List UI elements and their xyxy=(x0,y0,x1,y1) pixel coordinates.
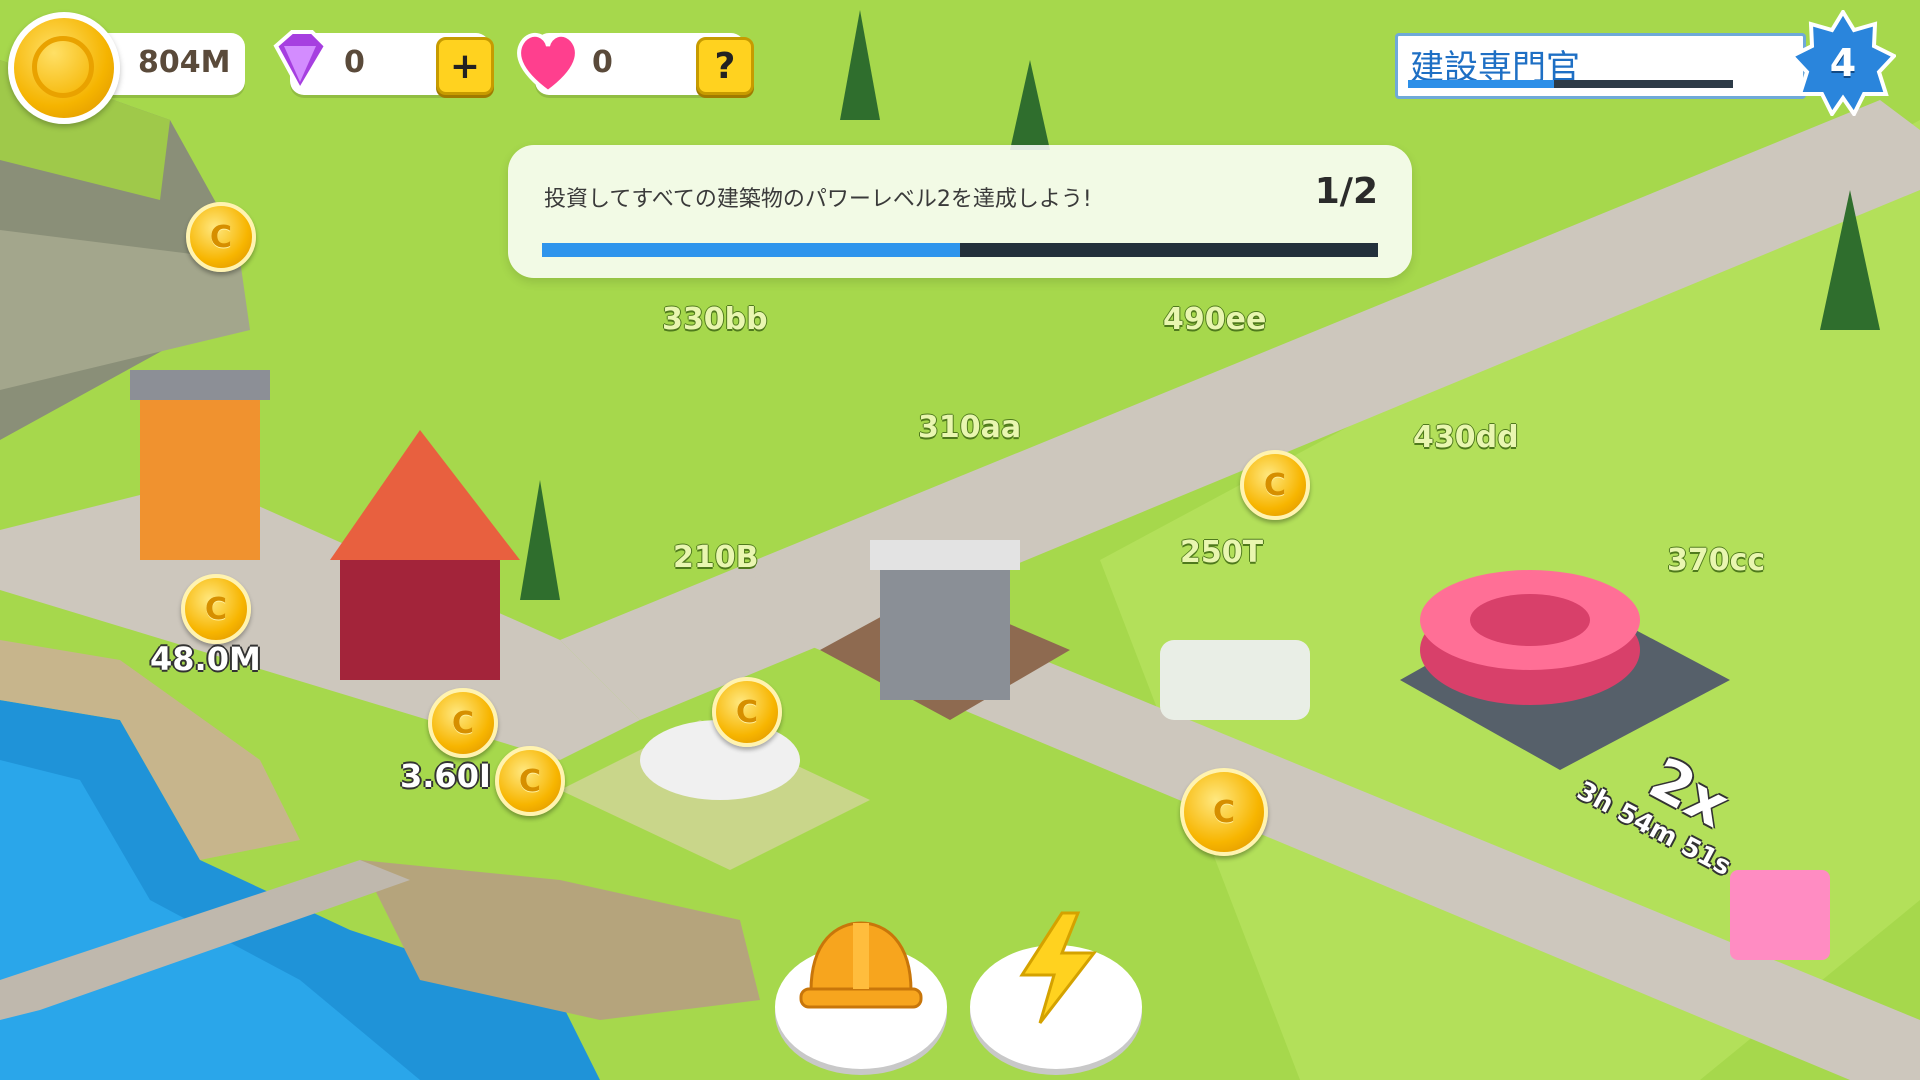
help-button[interactable]: ? xyxy=(696,37,754,95)
plot-210b[interactable]: 210B xyxy=(673,540,759,575)
hard-hat-icon xyxy=(799,921,923,1009)
quest-text: 投資してすべての建築物のパワーレベル2を達成しよう! xyxy=(544,187,1092,212)
gem-amount: 0 xyxy=(344,45,365,80)
collect-coin[interactable]: C xyxy=(181,574,251,644)
quest-progress-bar xyxy=(542,243,1378,257)
plot-310aa[interactable]: 310aa xyxy=(918,410,1021,445)
plot-430dd[interactable]: 430dd xyxy=(1413,420,1519,455)
build-button[interactable] xyxy=(775,921,947,1069)
quest-progress-fill xyxy=(542,243,960,257)
lightning-icon xyxy=(1019,911,1098,1024)
level-badge[interactable]: 4 xyxy=(1788,8,1898,118)
rank-panel[interactable]: 建設専門官 xyxy=(1395,33,1806,99)
collect-coin[interactable]: C xyxy=(495,746,565,816)
coin-icon xyxy=(8,12,120,124)
level-number: 4 xyxy=(1829,41,1857,85)
heart-amount: 0 xyxy=(592,45,613,80)
building-income: 48.0M xyxy=(150,640,261,678)
plot-250t[interactable]: 250T xyxy=(1180,535,1263,570)
collect-coin[interactable]: C xyxy=(428,688,498,758)
collect-coin[interactable]: C xyxy=(712,677,782,747)
buy-gems-button[interactable]: + xyxy=(436,37,494,95)
collect-coin[interactable]: C xyxy=(1180,768,1268,856)
plot-330bb[interactable]: 330bb xyxy=(662,302,768,337)
building-income: 3.60I xyxy=(400,757,491,795)
rank-progress-bar xyxy=(1408,80,1733,88)
plot-370cc[interactable]: 370cc xyxy=(1667,543,1765,578)
quest-banner[interactable]: 投資してすべての建築物のパワーレベル2を達成しよう! 1/2 xyxy=(508,145,1412,278)
boost-button[interactable] xyxy=(970,911,1142,1069)
collect-coin[interactable]: C xyxy=(186,202,256,272)
heart-icon xyxy=(517,32,579,95)
rank-progress-fill xyxy=(1408,80,1555,88)
quest-count: 1/2 xyxy=(1314,171,1378,212)
collect-coin[interactable]: C xyxy=(1240,450,1310,520)
coin-amount: 804M xyxy=(138,45,231,80)
plot-490ee[interactable]: 490ee xyxy=(1163,302,1266,337)
gem-icon xyxy=(273,30,329,95)
